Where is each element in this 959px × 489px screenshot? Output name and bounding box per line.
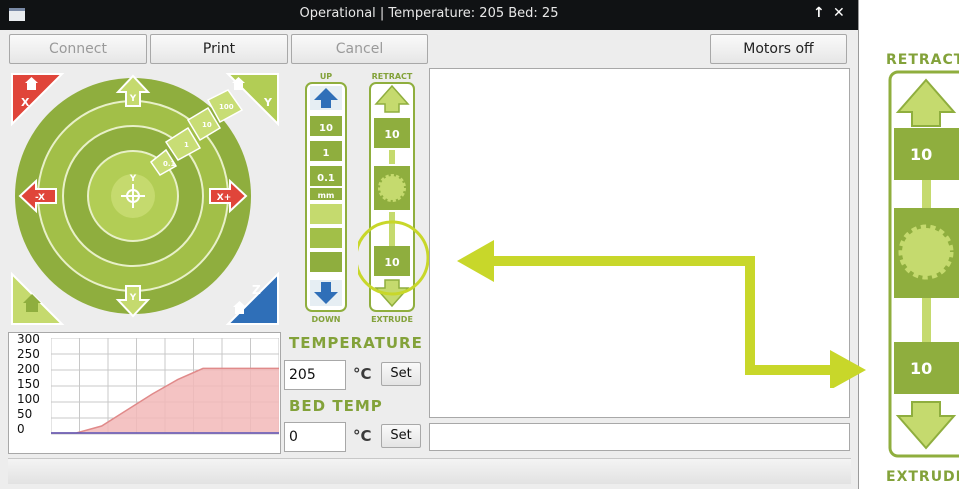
retract-label: RETRACT (372, 72, 413, 81)
arrow-up-label: Y (129, 94, 137, 104)
zoom-retract-amount: 10 (910, 145, 932, 164)
center-y-label: Y (129, 174, 137, 184)
y-tick-250: 250 (17, 347, 40, 361)
restore-icon[interactable]: ↑ (813, 5, 825, 21)
home-z-button[interactable] (225, 271, 279, 325)
extruder-control[interactable]: RETRACT 10 10 EXTRUDE (358, 70, 430, 326)
home-x-label: X (21, 96, 30, 109)
retract-amount: 10 (384, 128, 400, 141)
y-tick-300: 300 (17, 332, 40, 346)
y-tick-200: 200 (17, 362, 40, 376)
command-input[interactable] (429, 423, 850, 451)
z-step-10-label: 10 (319, 123, 333, 134)
z-step-mm-label: mm (318, 191, 335, 200)
extrude-amount: 10 (384, 256, 400, 269)
z-up-label: UP (320, 72, 332, 81)
bed-temp-set-button[interactable]: Set (381, 424, 421, 448)
z-down-label: DOWN (312, 315, 341, 324)
temperature-unit: °C (353, 365, 372, 383)
connect-button[interactable]: Connect (9, 34, 147, 64)
zoom-retract-label: RETRACT (886, 52, 959, 68)
z-jog-control[interactable]: UP 10 1 0.1 mm DOWN (302, 70, 350, 326)
annotation-arrow (457, 240, 866, 388)
z-up-arrow-icon[interactable] (310, 86, 342, 110)
title-bar: Operational | Temperature: 205 Bed: 25 ↑… (0, 0, 858, 30)
temperature-graph: 300 250 200 150 100 50 0 (8, 332, 281, 454)
ring-label-0-1: 0.1 (163, 160, 176, 168)
plus-x-label: X+ (217, 193, 231, 203)
xy-jog-control[interactable]: Y 0.1 1 10 100 Y Y -X X+ X Y Z (8, 70, 281, 328)
bed-temp-unit: °C (353, 427, 372, 445)
status-bar (8, 458, 851, 484)
bed-temp-input[interactable]: 0 (284, 422, 346, 452)
minus-x-label: -X (35, 193, 45, 203)
bed-temp-label: BED TEMP (289, 397, 383, 415)
y-tick-0: 0 (17, 422, 25, 436)
home-y-label: Y (263, 96, 273, 109)
extrude-label: EXTRUDE (371, 315, 413, 324)
z-down-arrow-icon[interactable] (310, 280, 342, 306)
ring-label-100: 100 (219, 103, 234, 111)
arrow-down-label: Y (129, 293, 137, 303)
motors-off-button[interactable]: Motors off (710, 34, 847, 64)
gear-icon (374, 166, 410, 210)
home-z-label: Z (252, 283, 261, 297)
y-tick-100: 100 (17, 392, 40, 406)
temperature-set-button[interactable]: Set (381, 362, 421, 386)
y-tick-150: 150 (17, 377, 40, 391)
temperature-label: TEMPERATURE (289, 334, 423, 352)
cancel-button[interactable]: Cancel (291, 34, 428, 64)
temperature-input[interactable]: 205 (284, 360, 346, 390)
z-step-0-1-label: 0.1 (317, 173, 335, 184)
extruder-zoom-callout: RETRACT 10 10 EXTRUDE (886, 52, 959, 485)
z-step-1-label: 1 (323, 148, 330, 159)
window-title: Operational | Temperature: 205 Bed: 25 (299, 6, 559, 21)
close-icon[interactable]: ✕ (833, 5, 845, 21)
ring-label-1: 1 (184, 141, 189, 149)
zoom-extrude-amount: 10 (910, 359, 932, 378)
ring-label-10: 10 (202, 121, 212, 129)
print-button[interactable]: Print (150, 34, 288, 64)
y-tick-50: 50 (17, 407, 33, 421)
temperature-plot (51, 338, 279, 435)
zoom-extrude-label: EXTRUDE (886, 469, 959, 485)
zoom-gear-icon (894, 208, 959, 298)
